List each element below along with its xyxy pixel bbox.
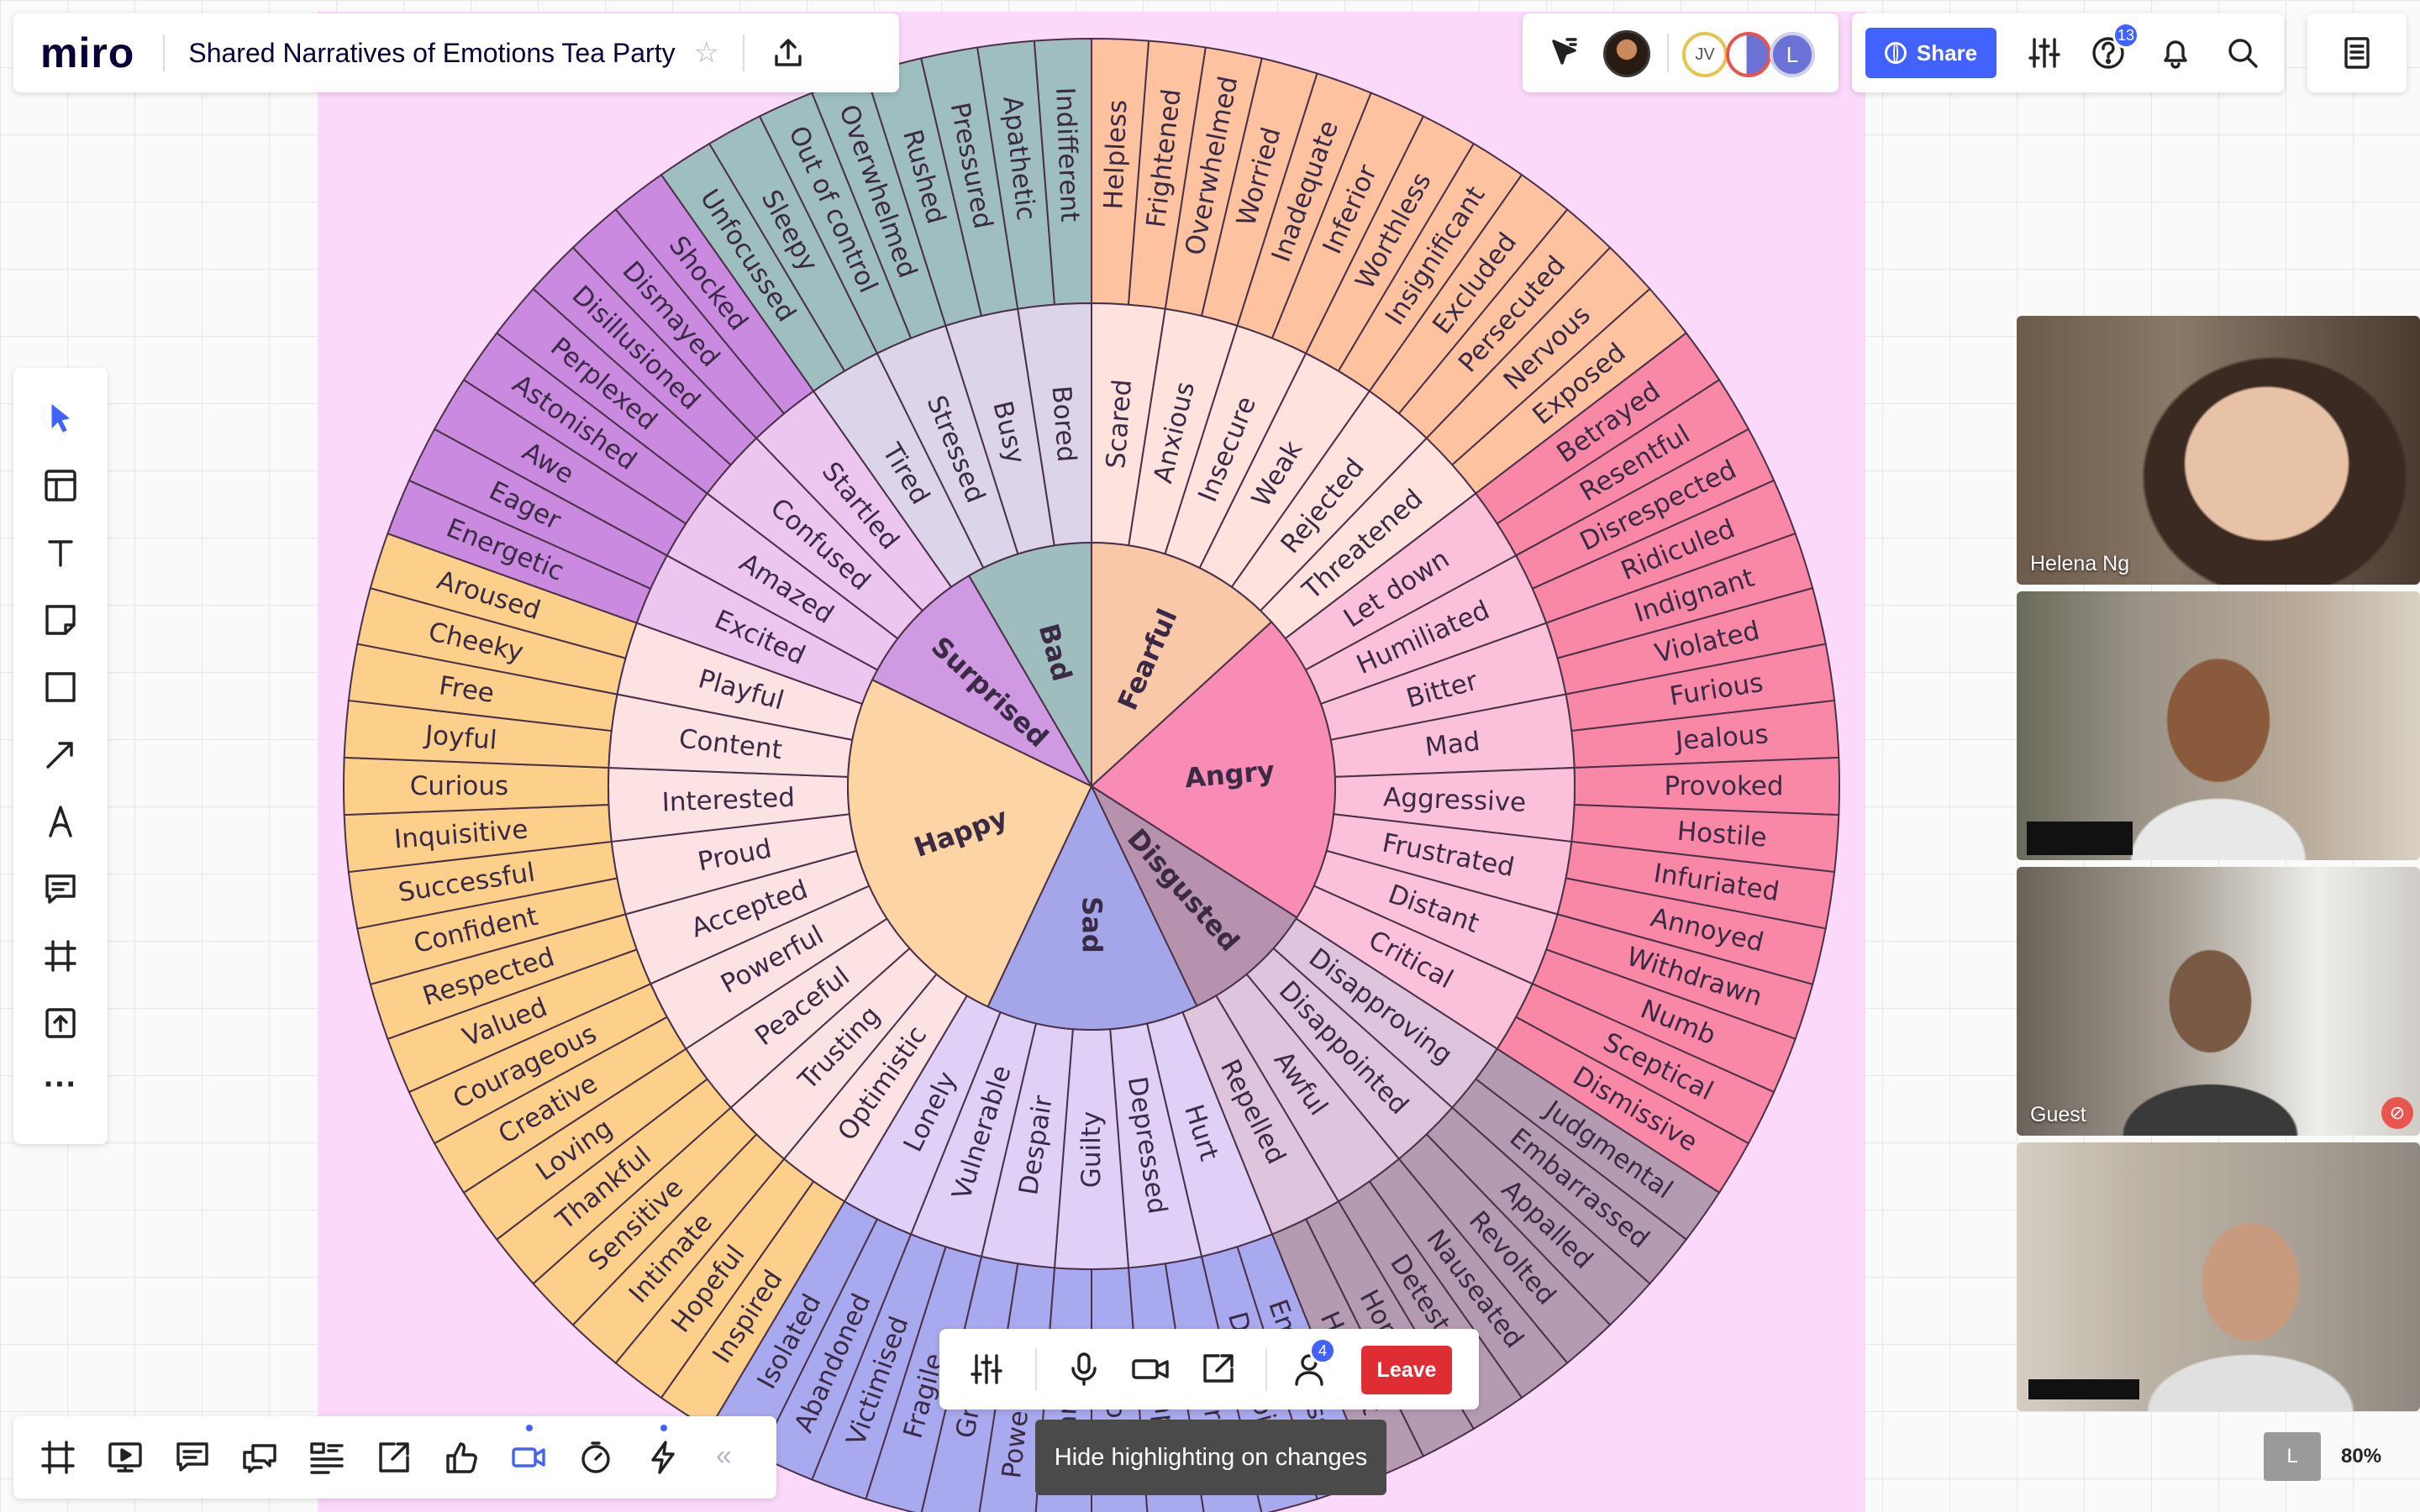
select-cursor-icon[interactable] — [42, 400, 79, 437]
timer-icon[interactable] — [576, 1438, 615, 1477]
globe-icon — [1884, 42, 1907, 64]
avatar[interactable]: JV — [1682, 32, 1728, 77]
settings-sliders-icon[interactable] — [2025, 34, 2064, 72]
top-right-toolbar: Share 13 — [1852, 13, 2284, 92]
pen-tool-icon[interactable] — [42, 803, 79, 840]
avatar[interactable] — [1726, 32, 1771, 77]
document-icon — [2344, 37, 2370, 69]
screen-share-icon[interactable] — [1198, 1349, 1239, 1389]
participants-count-badge: 4 — [1309, 1337, 1336, 1364]
collaborators-panel: JV L — [1523, 13, 1839, 92]
shape-tool-icon[interactable] — [42, 669, 79, 706]
help-count-badge: 13 — [2112, 22, 2139, 49]
muted-mic-icon: ⊘ — [2381, 1097, 2413, 1129]
camera-icon[interactable] — [1131, 1349, 1171, 1389]
bell-icon[interactable] — [2156, 34, 2195, 72]
board-frame[interactable] — [318, 12, 1865, 1512]
redaction-bar — [2028, 1379, 2139, 1399]
lightning-icon[interactable] — [644, 1438, 682, 1477]
share-label: Share — [1916, 39, 1978, 66]
frames-icon[interactable] — [39, 1438, 77, 1477]
tooltip: Hide highlighting on changes — [1035, 1420, 1386, 1495]
frame-tool-icon[interactable] — [42, 937, 79, 974]
share-button[interactable]: Share — [1865, 28, 1996, 78]
participant-name: Helena Ng — [2030, 552, 2130, 575]
share-screen-icon[interactable] — [375, 1438, 413, 1477]
lightning-dot — [660, 1425, 667, 1431]
export-icon[interactable] — [770, 34, 807, 71]
collapse-toolbar-icon[interactable]: « — [716, 1440, 732, 1473]
avatar[interactable] — [1603, 30, 1650, 77]
card-list-icon[interactable] — [308, 1438, 346, 1477]
zoom-control[interactable]: L 80% — [2259, 1420, 2415, 1494]
search-icon[interactable] — [2223, 34, 2262, 72]
templates-icon[interactable] — [42, 467, 79, 504]
leave-button[interactable]: Leave — [1361, 1346, 1452, 1394]
video-tile[interactable] — [2017, 591, 2420, 860]
video-tile[interactable]: Helena Ng — [2017, 316, 2420, 585]
bottom-toolbar: « — [13, 1416, 776, 1499]
video-call-icon[interactable] — [509, 1438, 548, 1477]
redaction-bar — [2027, 822, 2133, 855]
call-settings-icon[interactable] — [966, 1349, 1007, 1389]
avatar[interactable]: L — [1770, 32, 1815, 77]
active-dot — [526, 1425, 533, 1431]
minimap-avatar: L — [2264, 1432, 2321, 1481]
notes-panel-button[interactable] — [2307, 13, 2407, 92]
star-icon[interactable]: ☆ — [694, 36, 719, 70]
board-title[interactable]: Shared Narratives of Emotions Tea Party — [188, 38, 675, 69]
comments-icon[interactable] — [173, 1438, 212, 1477]
video-tile[interactable]: Guest ⊘ — [2017, 867, 2420, 1136]
zoom-value: 80% — [2341, 1445, 2382, 1467]
arrow-line-icon[interactable] — [42, 736, 79, 773]
text-tool-icon[interactable] — [42, 534, 79, 571]
microphone-icon[interactable] — [1064, 1349, 1104, 1389]
like-icon[interactable] — [442, 1438, 481, 1477]
upload-icon[interactable] — [42, 1005, 79, 1042]
call-controls: 4 Leave — [939, 1329, 1479, 1410]
presentation-icon[interactable] — [106, 1438, 145, 1477]
miro-logo[interactable]: miro — [40, 29, 134, 77]
chat-icon[interactable] — [240, 1438, 279, 1477]
cursor-follow-icon[interactable] — [1544, 34, 1583, 72]
sticky-note-icon[interactable] — [42, 601, 79, 638]
board-header: miro Shared Narratives of Emotions Tea P… — [13, 13, 899, 92]
more-tools-icon[interactable]: ··· — [42, 1068, 79, 1109]
video-tile[interactable] — [2017, 1142, 2420, 1411]
comment-icon[interactable] — [42, 870, 79, 907]
participant-name: Guest — [2030, 1103, 2086, 1126]
left-toolbar: ··· — [13, 368, 108, 1144]
